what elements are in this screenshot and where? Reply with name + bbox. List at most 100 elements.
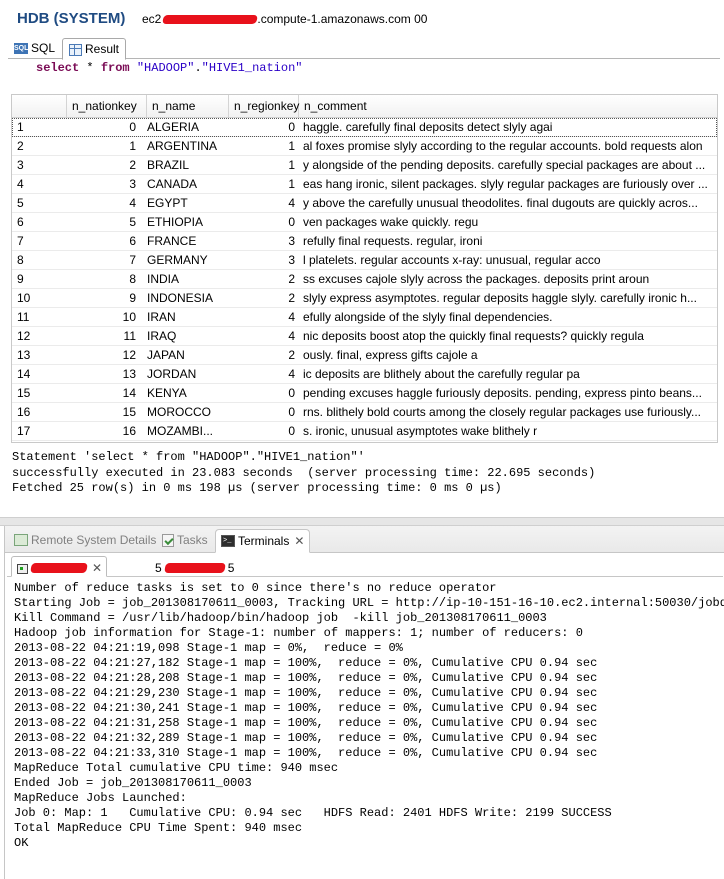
cell-nationkey: 4 [129,196,136,210]
column-header-index[interactable] [12,95,67,117]
table-row[interactable]: 17 16 MOZAMBI... 0 s. ironic, unusual asympt… [12,422,717,441]
cell-name: ALGERIA [147,120,200,134]
table-row[interactable]: 16 15 MOROCCO 0 rns. blithely bold courts am… [12,403,717,422]
terminal-line: 2013-08-22 04:21:32,289 Stage-1 map = 10… [14,731,598,745]
table-row[interactable]: 9 8 INDIA 2 ss excuses cajole slyly across t… [12,270,717,289]
cell-regionkey: 0 [288,424,295,438]
cell-name: ARGENTINA [147,139,218,153]
column-header-comment[interactable]: n_comment [299,95,717,117]
connection-icon [16,562,28,574]
terminal-line: MapReduce Jobs Launched: [14,791,187,805]
cell-comment: refully final requests. regular, ironi [303,234,483,248]
table-row[interactable]: 10 9 INDONESIA 2 slyly express asymptotes. … [12,289,717,308]
row-index: 5 [17,196,24,210]
query-dot: . [194,61,202,75]
cell-comment: al foxes promise slyly according to the … [303,139,703,153]
cell-regionkey: 4 [288,196,295,210]
table-row[interactable]: 6 5 ETHIOPIA 0 ven packages wake quickly. re… [12,213,717,232]
cell-nationkey: 8 [129,272,136,286]
table-row[interactable]: 11 10 IRAN 4 efully alongside of the slyly f… [12,308,717,327]
row-index: 16 [17,405,31,419]
cell-nationkey: 1 [129,139,136,153]
redaction-mark [30,562,88,573]
table-row[interactable]: 4 3 CANADA 1 eas hang ironic, silent package… [12,175,717,194]
terminal-line: MapReduce Total cumulative CPU time: 940… [14,761,339,775]
cell-nationkey: 11 [123,329,136,343]
tab-terminal-session-2[interactable]: 5 5 [151,556,238,577]
terminal-line: Starting Job = job_201308170611_0003, Tr… [14,596,724,610]
close-icon[interactable]: ✕ [294,534,304,552]
table-row[interactable]: 15 14 KENYA 0 pending excuses haggle furiou… [12,384,717,403]
cell-name: BRAZIL [147,158,190,172]
status-line: successfully executed in 23.083 seconds … [12,465,596,480]
cell-regionkey: 1 [288,139,295,153]
close-icon[interactable]: ✕ [92,561,102,575]
sql-query-text[interactable]: select * from "HADOOP"."HIVE1_nation" [36,61,302,75]
tab-result-label: Result [85,42,120,56]
cell-comment: nic deposits boost atop the quickly fina… [303,329,644,343]
grid-header: n_nationkey n_name n_regionkey n_comment [12,95,717,118]
query-table: "HIVE1_nation" [201,61,303,75]
tab-remote-system-details-label: Remote System Details [31,533,157,547]
row-index: 12 [17,329,31,343]
remote-system-icon [14,534,28,546]
cell-regionkey: 4 [288,310,295,324]
editor-tab-row: SQL SQL Result [8,37,720,60]
table-row[interactable]: 1 0 ALGERIA 0 haggle. carefully final depos… [12,118,717,137]
table-row[interactable]: 8 7 GERMANY 3 l platelets. regular accounts … [12,251,717,270]
terminal-line: Kill Command = /usr/lib/hadoop/bin/hadoo… [14,611,547,625]
cell-nationkey: 14 [122,386,136,400]
connection-host: ec2 .compute-1.amazonaws.com 00 [142,12,427,26]
cell-nationkey: 0 [129,120,136,134]
table-row[interactable]: 7 6 FRANCE 3 refully final requests. regular… [12,232,717,251]
pane-splitter[interactable] [0,517,724,526]
row-index: 1 [17,120,24,134]
result-grid[interactable]: n_nationkey n_name n_regionkey n_comment… [11,94,718,443]
cell-comment: pending excuses haggle furiously deposit… [303,386,702,400]
column-header-nationkey[interactable]: n_nationkey [67,95,147,117]
cell-name: FRANCE [147,234,197,248]
tab-remote-system-details[interactable]: Remote System Details [9,529,161,553]
redaction-mark [163,562,226,573]
column-header-regionkey[interactable]: n_regionkey [229,95,299,117]
session-2-suffix: 5 [227,560,235,575]
table-row[interactable]: 3 2 BRAZIL 1 y alongside of the pending depo… [12,156,717,175]
cell-name: INDONESIA [147,291,214,305]
cell-regionkey: 3 [288,253,295,267]
cell-comment: y above the carefully unusual theodolite… [303,196,698,210]
tab-tasks[interactable]: Tasks [157,529,213,553]
tasks-icon [162,534,174,547]
terminal-line: 2013-08-22 04:21:27,182 Stage-1 map = 10… [14,656,598,670]
cell-nationkey: 13 [122,367,136,381]
cell-comment: y alongside of the pending deposits. car… [303,158,706,172]
table-row[interactable]: 5 4 EGYPT 4 y above the carefully unusual th… [12,194,717,213]
table-row[interactable]: 2 1 ARGENTINA 1 al foxes promise slyly accor… [12,137,717,156]
grid-icon [69,44,82,56]
cell-comment: eas hang ironic, silent packages. slyly … [303,177,708,191]
terminal-line: 2013-08-22 04:21:33,310 Stage-1 map = 10… [14,746,598,760]
cell-nationkey: 7 [129,253,136,267]
cell-comment: ously. final, express gifts cajole a [303,348,478,362]
cell-name: EGYPT [147,196,188,210]
table-row[interactable]: 12 11 IRAQ 4 nic deposits boost atop the qui… [12,327,717,346]
tab-result[interactable]: Result [62,38,127,60]
tab-terminal-session-1[interactable]: ✕ [11,556,108,577]
row-index: 10 [17,291,31,305]
table-row[interactable]: 14 13 JORDAN 4 ic deposits are blithely abou… [12,365,717,384]
keyword-select: select [36,61,80,75]
table-row[interactable]: 13 12 JAPAN 2 ously. final, express gifts ca… [12,346,717,365]
terminal-output[interactable]: Number of reduce tasks is set to 0 since… [14,581,724,851]
tab-sql[interactable]: SQL SQL [8,38,61,59]
cell-comment: s. ironic, unusual asymptotes wake blith… [303,424,538,438]
column-header-name[interactable]: n_name [147,95,229,117]
tab-terminals[interactable]: >_ Terminals ✕ [215,529,311,553]
cell-regionkey: 4 [288,329,295,343]
terminal-line: Total MapReduce CPU Time Spent: 940 msec [14,821,303,835]
cell-comment: ic deposits are blithely about the caref… [303,367,580,381]
cell-nationkey: 12 [122,348,136,362]
tab-tasks-label: Tasks [177,533,208,547]
host-suffix: .compute-1.amazonaws.com 00 [257,12,428,26]
row-index: 8 [17,253,24,267]
cell-regionkey: 2 [288,272,295,286]
cell-nationkey: 6 [129,234,136,248]
